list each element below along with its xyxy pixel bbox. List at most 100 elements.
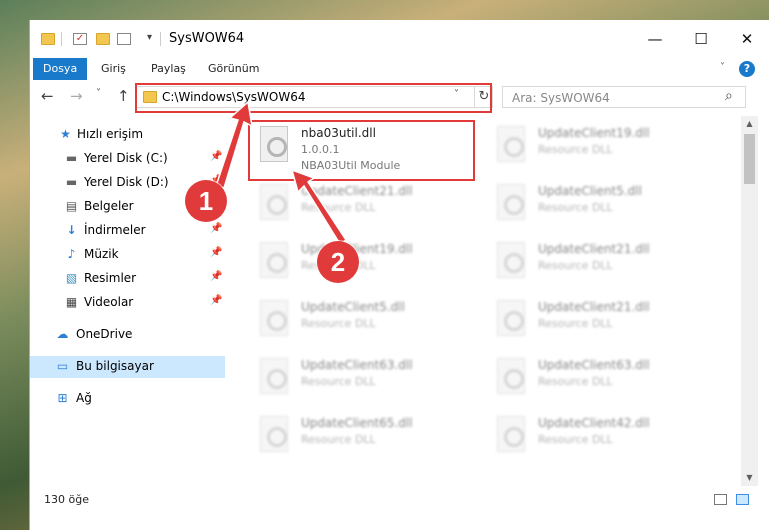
file-name: UpdateClient65.dll	[301, 416, 413, 430]
minimize-button[interactable]: —	[632, 20, 678, 58]
dll-file-icon	[497, 300, 525, 336]
vertical-scrollbar[interactable]: ▲ ▼	[741, 116, 758, 486]
tab-file[interactable]: Dosya	[33, 58, 88, 80]
customize-icon[interactable]	[117, 33, 131, 45]
up-button[interactable]: ↑	[117, 87, 130, 105]
file-type: Resource DLL	[301, 433, 376, 446]
dll-file-icon	[260, 358, 288, 394]
star-icon: ★	[60, 127, 71, 141]
file-name: UpdateClient21.dll	[538, 242, 650, 256]
dll-file-icon	[260, 300, 288, 336]
sidebar-item-videos[interactable]: ▦ Videolar 📌	[30, 292, 225, 314]
dll-file-icon	[260, 184, 288, 220]
pin-icon[interactable]: 📌	[210, 223, 222, 234]
file-name: UpdateClient21.dll	[301, 184, 413, 198]
pin-icon[interactable]: 📌	[210, 247, 222, 258]
file-tile[interactable]: UpdateClient19.dll Resource DLL	[252, 236, 477, 290]
file-name: UpdateClient21.dll	[538, 300, 650, 314]
sidebar-item-pictures[interactable]: ▧ Resimler 📌	[30, 268, 225, 290]
download-icon: ↓	[66, 223, 77, 237]
back-button[interactable]: ←	[41, 87, 54, 105]
file-type: Resource DLL	[538, 433, 613, 446]
scroll-thumb[interactable]	[744, 134, 755, 184]
dll-file-icon	[497, 416, 525, 452]
window-title: SysWOW64	[169, 31, 245, 46]
sidebar-item-label: Müzik	[84, 247, 119, 261]
file-type: Resource DLL	[538, 143, 613, 156]
close-button[interactable]: ✕	[724, 20, 769, 58]
file-name: UpdateClient5.dll	[538, 184, 642, 198]
file-tile[interactable]: UpdateClient63.dll Resource DLL	[489, 352, 714, 406]
file-tile[interactable]: UpdateClient21.dll Resource DLL	[252, 178, 477, 232]
scroll-down-icon[interactable]: ▼	[741, 470, 758, 486]
sidebar-item-label: Ağ	[76, 391, 92, 405]
sidebar-item-label: Hızlı erişim	[77, 127, 144, 141]
sidebar-item-music[interactable]: ♪ Müzik 📌	[30, 244, 225, 266]
tab-home[interactable]: Giriş	[91, 58, 136, 80]
file-name: UpdateClient5.dll	[301, 300, 405, 314]
details-view-icon[interactable]	[714, 494, 727, 505]
toolbar-separator	[61, 32, 62, 46]
expand-ribbon-icon[interactable]: ˅	[720, 62, 725, 73]
file-tile[interactable]: UpdateClient19.dll Resource DLL	[489, 120, 714, 174]
file-type: Resource DLL	[538, 375, 613, 388]
cloud-icon: ☁	[56, 327, 69, 341]
file-tile[interactable]: UpdateClient42.dll Resource DLL	[489, 410, 714, 464]
tab-view[interactable]: Görünüm	[198, 58, 269, 80]
navigation-pane: ★ Hızlı erişim ▬ Yerel Disk (C:) 📌 ▬ Yer…	[30, 120, 225, 490]
file-tile[interactable]: UpdateClient65.dll Resource DLL	[252, 410, 477, 464]
network-icon: ⊞	[57, 391, 68, 405]
file-tile[interactable]: UpdateClient5.dll Resource DLL	[489, 178, 714, 232]
sidebar-item-label: Bu bilgisayar	[76, 359, 154, 373]
recent-locations-button[interactable]: ˅	[96, 88, 101, 99]
sidebar-item-downloads[interactable]: ↓ İndirmeler 📌	[30, 220, 225, 242]
sidebar-item-label: Yerel Disk (D:)	[84, 175, 169, 189]
file-type: Resource DLL	[538, 201, 613, 214]
address-bar-highlight	[135, 83, 492, 113]
dll-file-icon	[497, 126, 525, 162]
search-box[interactable]: Ara: SysWOW64 ⌕	[502, 86, 746, 108]
file-name: UpdateClient63.dll	[301, 358, 413, 372]
dll-file-icon	[497, 358, 525, 394]
file-tile[interactable]: UpdateClient63.dll Resource DLL	[252, 352, 477, 406]
pictures-icon: ▧	[65, 271, 78, 285]
dll-file-icon	[497, 242, 525, 278]
search-placeholder[interactable]: Ara: SysWOW64	[512, 91, 610, 105]
sidebar-item-network[interactable]: ⊞ Ağ	[30, 388, 225, 410]
file-tile[interactable]: UpdateClient5.dll Resource DLL	[252, 294, 477, 348]
file-tile[interactable]: UpdateClient21.dll Resource DLL	[489, 294, 714, 348]
title-bar: ✓ ▾ SysWOW64 — ☐ ✕	[30, 20, 769, 58]
help-icon[interactable]: ?	[739, 61, 755, 77]
toolbar-separator	[160, 32, 161, 46]
computer-icon: ▭	[56, 359, 69, 373]
sidebar-item-label: Videolar	[84, 295, 134, 309]
dll-file-icon	[260, 242, 288, 278]
new-folder-icon[interactable]	[96, 33, 110, 45]
file-type: Resource DLL	[538, 259, 613, 272]
pin-icon[interactable]: 📌	[210, 295, 222, 306]
properties-check-icon[interactable]: ✓	[73, 33, 87, 45]
step-badge-1: 1	[185, 180, 227, 222]
tab-share[interactable]: Paylaş	[141, 58, 196, 80]
maximize-button[interactable]: ☐	[678, 20, 724, 58]
step-badge-2: 2	[317, 241, 359, 283]
music-icon: ♪	[67, 247, 76, 261]
drive-icon: ▬	[65, 175, 78, 189]
sidebar-item-onedrive[interactable]: ☁ OneDrive	[30, 324, 225, 346]
forward-button[interactable]: →	[70, 87, 83, 105]
file-tile[interactable]: UpdateClient21.dll Resource DLL	[489, 236, 714, 290]
pin-icon[interactable]: 📌	[210, 151, 222, 162]
sidebar-item-this-pc[interactable]: ▭ Bu bilgisayar	[30, 356, 225, 378]
sidebar-item-quick-access[interactable]: ★ Hızlı erişim	[30, 124, 225, 146]
sidebar-item-local-disk-c[interactable]: ▬ Yerel Disk (C:) 📌	[30, 148, 225, 170]
file-name: UpdateClient19.dll	[538, 126, 650, 140]
sidebar-item-label: İndirmeler	[84, 223, 146, 237]
search-icon[interactable]: ⌕	[725, 88, 733, 104]
pin-icon[interactable]: 📌	[210, 271, 222, 282]
quick-access-dropdown-icon[interactable]: ▾	[147, 32, 152, 43]
file-highlight	[248, 120, 475, 181]
scroll-up-icon[interactable]: ▲	[741, 116, 758, 132]
sidebar-item-label: Resimler	[84, 271, 137, 285]
large-icons-view-icon[interactable]	[736, 494, 749, 505]
file-type: Resource DLL	[301, 375, 376, 388]
